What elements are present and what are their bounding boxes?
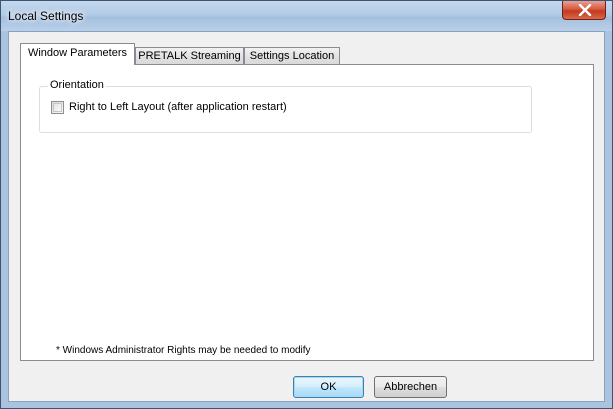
right-to-left-checkbox-label[interactable]: Right to Left Layout (after application … xyxy=(69,101,287,113)
tab-settings-location[interactable]: Settings Location xyxy=(244,47,340,65)
right-to-left-checkbox[interactable] xyxy=(51,101,64,114)
dialog-client-area: Window Parameters PRETALK Streaming Sett… xyxy=(8,31,605,402)
close-icon xyxy=(578,4,592,16)
orientation-legend: Orientation xyxy=(48,79,106,91)
tab-window-parameters[interactable]: Window Parameters xyxy=(20,43,135,65)
admin-rights-footnote: * Windows Administrator Rights may be ne… xyxy=(56,345,311,356)
close-button[interactable] xyxy=(562,1,606,20)
local-settings-dialog: Local Settings Window Parameters PRETALK… xyxy=(0,0,613,409)
tab-pretalk-streaming[interactable]: PRETALK Streaming xyxy=(135,47,244,65)
cancel-button[interactable]: Abbrechen xyxy=(374,376,447,398)
window-title: Local Settings xyxy=(8,9,84,23)
ok-button[interactable]: OK xyxy=(293,376,364,398)
title-bar[interactable]: Local Settings xyxy=(1,1,612,31)
